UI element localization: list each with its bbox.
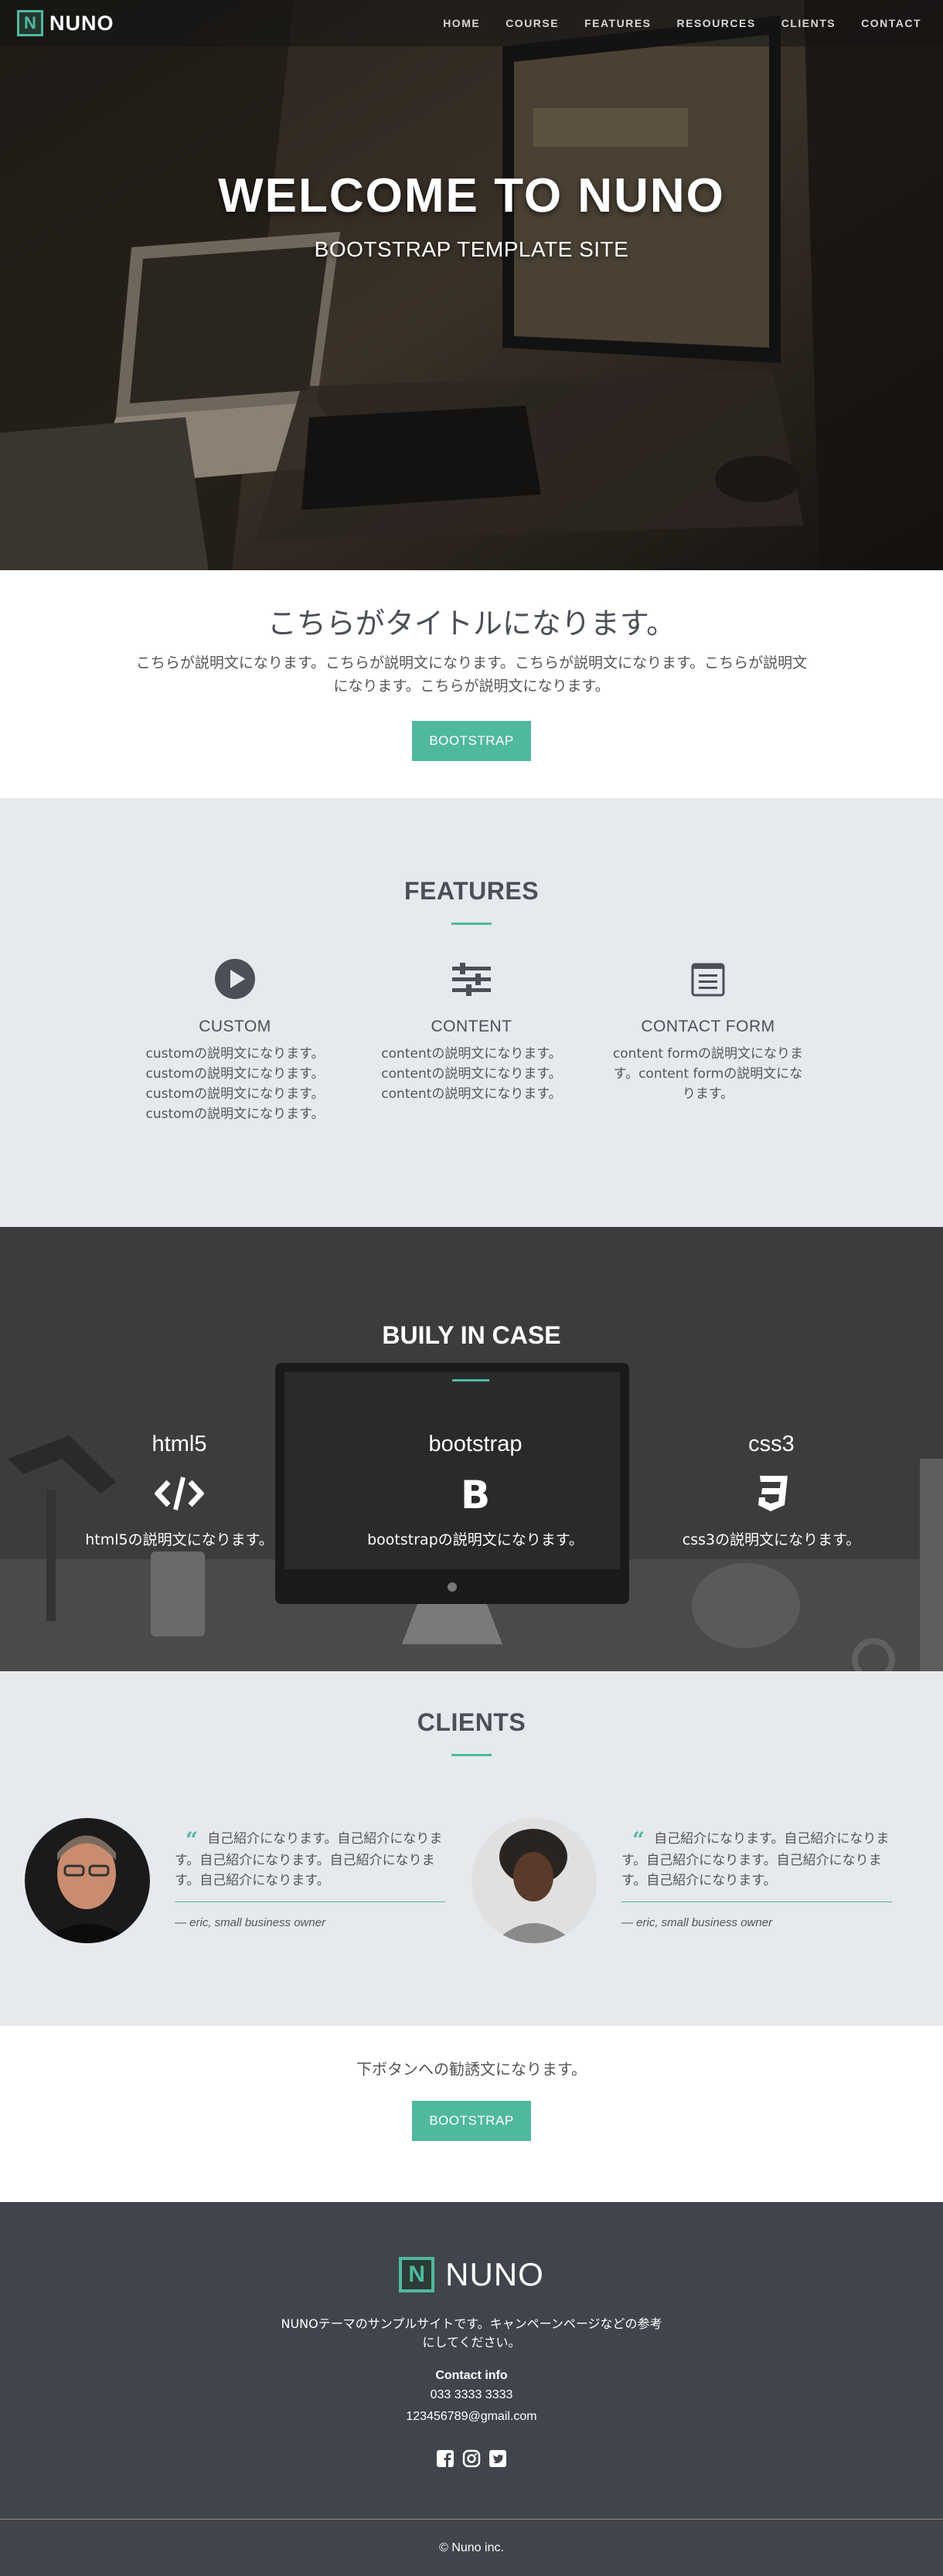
sliders-icon xyxy=(353,957,590,1001)
bootstrap-icon: B xyxy=(359,1466,591,1521)
contact-email[interactable]: 123456789@gmail.com xyxy=(0,2408,943,2426)
quote-icon: “ xyxy=(186,1827,199,1853)
builtin-case-section: BUILY IN CASE html5 html5の説明文になります。 boot… xyxy=(0,1227,943,1671)
case-item-name: bootstrap xyxy=(428,1432,523,1456)
case-item-description: html5の説明文になります。 xyxy=(85,1531,274,1548)
footer-brand-logo[interactable]: N NUNO xyxy=(0,2256,943,2293)
brand-name: NUNO xyxy=(49,11,114,35)
nav-link-features[interactable]: FEATURES xyxy=(584,17,651,29)
hero-background-image xyxy=(0,0,943,570)
clients-section: CLIENTS “自己紹介になります。自己紹介になります。自己紹介になります。自… xyxy=(0,1671,943,2026)
cta-section: 下ボタンへの勧誘文になります。 BOOTSTRAP xyxy=(0,2026,943,2202)
nav-link-clients[interactable]: CLIENTS xyxy=(781,17,836,29)
case-item-css3: css3 css3の説明文になります。 xyxy=(655,1432,887,1549)
case-item-description: css3の説明文になります。 xyxy=(682,1531,861,1548)
features-section: FEATURES CUSTOM customの説明文になります。customの説… xyxy=(0,798,943,1227)
case-item-description: bootstrapの説明文になります。 xyxy=(367,1531,584,1548)
intro-title: こちらがタイトルになります。 xyxy=(267,607,676,641)
intro-section: こちらがタイトルになります。 こちらが説明文になります。こちらが説明文になります… xyxy=(0,570,943,798)
social-links xyxy=(0,2449,943,2468)
nav-link-home[interactable]: HOME xyxy=(443,17,480,29)
nav-link-course[interactable]: COURSE xyxy=(506,17,559,29)
avatar xyxy=(25,1818,150,1943)
feature-description: content formの説明文になります。content formの説明文にな… xyxy=(612,1046,804,1102)
feature-item-contact-form: CONTACT FORM content formの説明文になります。conte… xyxy=(590,957,826,1124)
top-navbar: N NUNO HOME COURSE FEATURES RESOURCES CL… xyxy=(0,0,943,46)
feature-item-custom: CUSTOM customの説明文になります。customの説明文になります。c… xyxy=(117,957,353,1124)
client-testimonial: “自己紹介になります。自己紹介になります。自己紹介になります。自己紹介になります… xyxy=(472,1818,918,1943)
cta-text: 下ボタンへの勧誘文になります。 xyxy=(356,2060,587,2078)
quote-icon: “ xyxy=(632,1827,645,1853)
case-item-bootstrap: bootstrap B bootstrapの説明文になります。 xyxy=(359,1432,591,1549)
intro-bootstrap-button[interactable]: BOOTSTRAP xyxy=(412,721,531,761)
hero-section: WELCOME TO NUNO BOOTSTRAP TEMPLATE SITE xyxy=(0,0,943,570)
intro-description: こちらが説明文になります。こちらが説明文になります。こちらが説明文になります。こ… xyxy=(135,654,808,695)
footer-description: NUNOテーマのサンプルサイトです。キャンペーンページなどの参考にしてください。 xyxy=(281,2316,662,2350)
avatar xyxy=(472,1818,597,1943)
contact-phone: 033 3333 3333 xyxy=(430,2388,513,2401)
features-title: FEATURES xyxy=(403,877,540,905)
twitter-icon[interactable] xyxy=(489,2449,507,2468)
divider xyxy=(175,1901,445,1902)
facebook-icon[interactable] xyxy=(436,2449,454,2468)
footer-brand-name: NUNO xyxy=(445,2256,544,2292)
feature-name: CONTACT FORM xyxy=(641,1018,775,1035)
feature-name: CONTENT xyxy=(431,1018,512,1035)
features-title-underline xyxy=(451,923,492,925)
hero-subtitle: BOOTSTRAP TEMPLATE SITE xyxy=(314,237,629,261)
logo-mark-icon: N xyxy=(399,2257,435,2292)
client-quote-text: 自己紹介になります。自己紹介になります。自己紹介になります。自己紹介になります。… xyxy=(175,1831,443,1888)
nav-link-contact[interactable]: CONTACT xyxy=(861,17,921,29)
nav-links: HOME COURSE FEATURES RESOURCES CLIENTS C… xyxy=(443,17,921,29)
client-quote: “自己紹介になります。自己紹介になります。自己紹介になります。自己紹介になります… xyxy=(175,1829,445,1891)
feature-description: contentの説明文になります。contentの説明文になります。conten… xyxy=(381,1046,562,1102)
client-quote: “自己紹介になります。自己紹介になります。自己紹介になります。自己紹介になります… xyxy=(621,1829,892,1891)
client-attribution: — eric, small business owner xyxy=(621,1916,773,1929)
case-item-name: html5 xyxy=(151,1432,207,1456)
footer: N NUNO NUNOテーマのサンプルサイトです。キャンペーンページなどの参考に… xyxy=(0,2202,943,2519)
client-testimonial: “自己紹介になります。自己紹介になります。自己紹介になります。自己紹介になります… xyxy=(25,1818,472,1943)
case-item-html5: html5 html5の説明文になります。 xyxy=(63,1432,295,1549)
hero-title: WELCOME TO NUNO xyxy=(218,169,725,223)
logo-mark-icon: N xyxy=(17,10,43,36)
client-attribution: — eric, small business owner xyxy=(175,1916,326,1929)
svg-text:B: B xyxy=(461,1474,490,1513)
css3-icon xyxy=(655,1466,887,1521)
case-item-name: css3 xyxy=(748,1432,795,1456)
feature-name: CUSTOM xyxy=(199,1018,271,1035)
feature-description: customの説明文になります。customの説明文になります。customの説… xyxy=(145,1046,325,1122)
cta-bootstrap-button[interactable]: BOOTSTRAP xyxy=(412,2101,531,2141)
form-icon xyxy=(590,957,826,1001)
play-circle-icon xyxy=(117,957,353,1001)
instagram-icon[interactable] xyxy=(462,2449,481,2468)
client-quote-text: 自己紹介になります。自己紹介になります。自己紹介になります。自己紹介になります。… xyxy=(621,1831,890,1888)
clients-title: CLIENTS xyxy=(417,1708,526,1736)
clients-title-underline xyxy=(451,1754,492,1756)
nav-link-resources[interactable]: RESOURCES xyxy=(677,17,756,29)
contact-info-title: Contact info xyxy=(435,2369,508,2382)
copyright: © Nuno inc. xyxy=(0,2519,943,2576)
code-icon xyxy=(63,1466,295,1521)
divider xyxy=(621,1901,892,1902)
feature-item-content: CONTENT contentの説明文になります。contentの説明文になりま… xyxy=(353,957,590,1124)
brand-logo[interactable]: N NUNO xyxy=(17,10,114,36)
case-title: BUILY IN CASE xyxy=(382,1321,561,1349)
